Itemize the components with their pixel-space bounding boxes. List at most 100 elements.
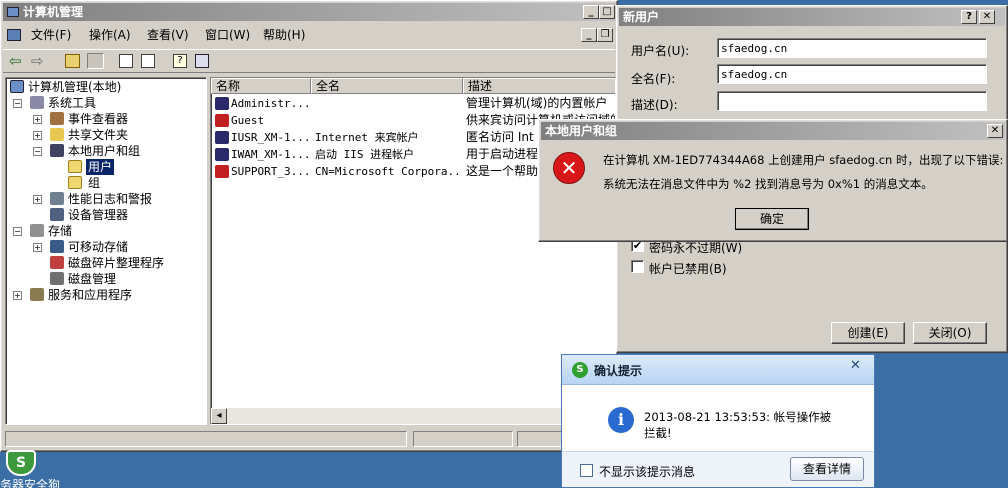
mmc-titlebar[interactable]: 计算机管理 (3, 3, 615, 21)
create-button[interactable]: 创建(E) (831, 322, 905, 344)
column-header-description[interactable]: 描述 (463, 78, 615, 94)
expander-local-users[interactable]: − (33, 147, 42, 156)
user-description: 管理计算机(域)的内置帐户 (466, 96, 608, 110)
user-name: SUPPORT_3... (231, 165, 311, 178)
expander-system-tools[interactable]: − (13, 99, 22, 108)
up-folder-icon[interactable] (65, 54, 80, 68)
user-name: Administr... (231, 97, 311, 110)
disabled-user-icon (215, 165, 229, 178)
help-button[interactable]: ? (961, 10, 977, 24)
user-name: IWAM_XM-1... (231, 148, 311, 161)
close-button[interactable]: ✕ (979, 10, 995, 24)
info-icon: i (608, 407, 634, 433)
removable-storage-icon (50, 240, 64, 253)
popup-title: 确认提示 (594, 364, 643, 378)
desktop-icon-safedog[interactable]: S 务器安全狗 (0, 450, 70, 488)
user-fullname (315, 95, 461, 112)
username-label: 用户名(U): (631, 44, 690, 58)
folder-open-icon (68, 160, 82, 173)
confirm-popup: S 确认提示 ✕ i 2013-08-21 13:53:53: 帐号操作被 拦截… (561, 354, 875, 488)
user-name: Guest (231, 114, 265, 127)
users-group-icon (50, 144, 64, 157)
menu-window[interactable]: 窗口(W) (205, 25, 250, 45)
description-field[interactable] (717, 91, 987, 111)
view-details-button[interactable]: 查看详情 (790, 457, 864, 481)
menu-help[interactable]: 帮助(H) (263, 25, 305, 45)
forward-icon[interactable]: ⇨ (31, 52, 44, 70)
user-icon (215, 131, 229, 144)
table-row[interactable]: Administr... 管理计算机(域)的内置帐户 (211, 95, 615, 112)
child-minimize-button[interactable]: _ (581, 28, 597, 42)
error-title: 本地用户和组 (545, 124, 618, 138)
user-fullname: 启动 IIS 进程帐户 (315, 148, 415, 161)
expander-storage[interactable]: − (13, 227, 22, 236)
expander-removable[interactable]: + (33, 243, 42, 252)
user-name: IUSR_XM-1... (231, 131, 311, 144)
tree-pane: 计算机管理(本地) − 系统工具 + 事件查看器 + 共享文件夹 − 本地用户和… (5, 77, 207, 425)
show-tree-icon[interactable] (87, 53, 104, 69)
expander-perf-logs[interactable]: + (33, 195, 42, 204)
scroll-left-button[interactable]: ◂ (211, 408, 227, 424)
new-user-titlebar[interactable]: 新用户 (619, 8, 1005, 26)
toolbar: ⇦ ⇨ ? (3, 49, 615, 73)
computer-management-window: 计算机管理 _ □ 文件(F) 操作(A) 查看(V) 窗口(W) 帮助(H) … (0, 0, 618, 452)
child-restore-button[interactable]: ❐ (597, 28, 613, 42)
tools-icon (30, 96, 44, 109)
menu-file[interactable]: 文件(F) (31, 25, 71, 45)
expander-event-viewer[interactable]: + (33, 115, 42, 124)
disk-icon (50, 272, 64, 285)
fullname-label: 全名(F): (631, 72, 676, 86)
horizontal-scrollbar[interactable]: ◂ (211, 408, 615, 424)
dont-show-checkbox[interactable] (580, 464, 593, 477)
perf-log-icon (50, 192, 64, 205)
app-icon (7, 29, 21, 41)
event-viewer-icon (50, 112, 64, 125)
back-icon[interactable]: ⇦ (9, 52, 22, 70)
properties-icon[interactable] (195, 54, 209, 68)
error-message-line2: 系统无法在消息文件中为 %2 找到消息号为 0x%1 的消息文本。 (603, 177, 933, 191)
account-disabled-checkbox[interactable] (631, 260, 644, 273)
error-close-button[interactable]: ✕ (987, 124, 1003, 138)
computer-icon (10, 80, 24, 93)
help-icon[interactable]: ? (173, 54, 187, 68)
user-fullname (315, 112, 461, 129)
dont-show-label: 不显示该提示消息 (599, 465, 696, 479)
shield-logo-icon: S (572, 362, 588, 378)
user-icon (215, 97, 229, 110)
popup-titlebar[interactable]: S 确认提示 ✕ (562, 355, 874, 385)
ok-button[interactable]: 确定 (735, 208, 809, 230)
window-title: 计算机管理 (23, 5, 84, 19)
maximize-button[interactable]: □ (599, 5, 615, 19)
defrag-icon (50, 256, 64, 269)
status-bar (3, 429, 615, 449)
user-fullname: Internet 来宾帐户 (315, 131, 419, 144)
export-list-icon[interactable] (141, 54, 155, 68)
new-window-icon[interactable] (119, 54, 133, 68)
menu-action[interactable]: 操作(A) (89, 25, 131, 45)
close-dialog-button[interactable]: 关闭(O) (913, 322, 987, 344)
error-dialog: 本地用户和组 ✕ ✕ 在计算机 XM-1ED774344A68 上创建用户 sf… (538, 119, 1008, 242)
error-icon: ✕ (553, 152, 585, 184)
expander-services-apps[interactable]: + (13, 291, 22, 300)
error-titlebar[interactable]: 本地用户和组 (541, 122, 1005, 140)
folder-icon (68, 176, 82, 189)
shared-folder-icon (50, 128, 64, 141)
services-icon (30, 288, 44, 301)
fullname-field[interactable] (717, 64, 987, 84)
popup-close-icon[interactable]: ✕ (850, 358, 861, 373)
column-header-fullname[interactable]: 全名 (311, 78, 463, 94)
user-fullname: CN=Microsoft Corpora... (315, 165, 461, 178)
shield-icon: S (6, 450, 36, 476)
username-field[interactable] (717, 38, 987, 58)
description-label: 描述(D): (631, 98, 678, 112)
device-manager-icon (50, 208, 64, 221)
popup-message-line2: 拦截! (644, 426, 672, 440)
column-header-name[interactable]: 名称 (211, 78, 311, 94)
account-disabled-label: 帐户已禁用(B) (649, 262, 727, 276)
menu-bar: 文件(F) 操作(A) 查看(V) 窗口(W) 帮助(H) _ ❐ (3, 25, 615, 47)
expander-shared-folders[interactable]: + (33, 131, 42, 140)
minimize-button[interactable]: _ (583, 5, 599, 19)
popup-message-line1: 2013-08-21 13:53:53: 帐号操作被 (644, 410, 832, 424)
menu-view[interactable]: 查看(V) (147, 25, 189, 45)
desktop-icon-label: 务器安全狗 (0, 478, 61, 488)
